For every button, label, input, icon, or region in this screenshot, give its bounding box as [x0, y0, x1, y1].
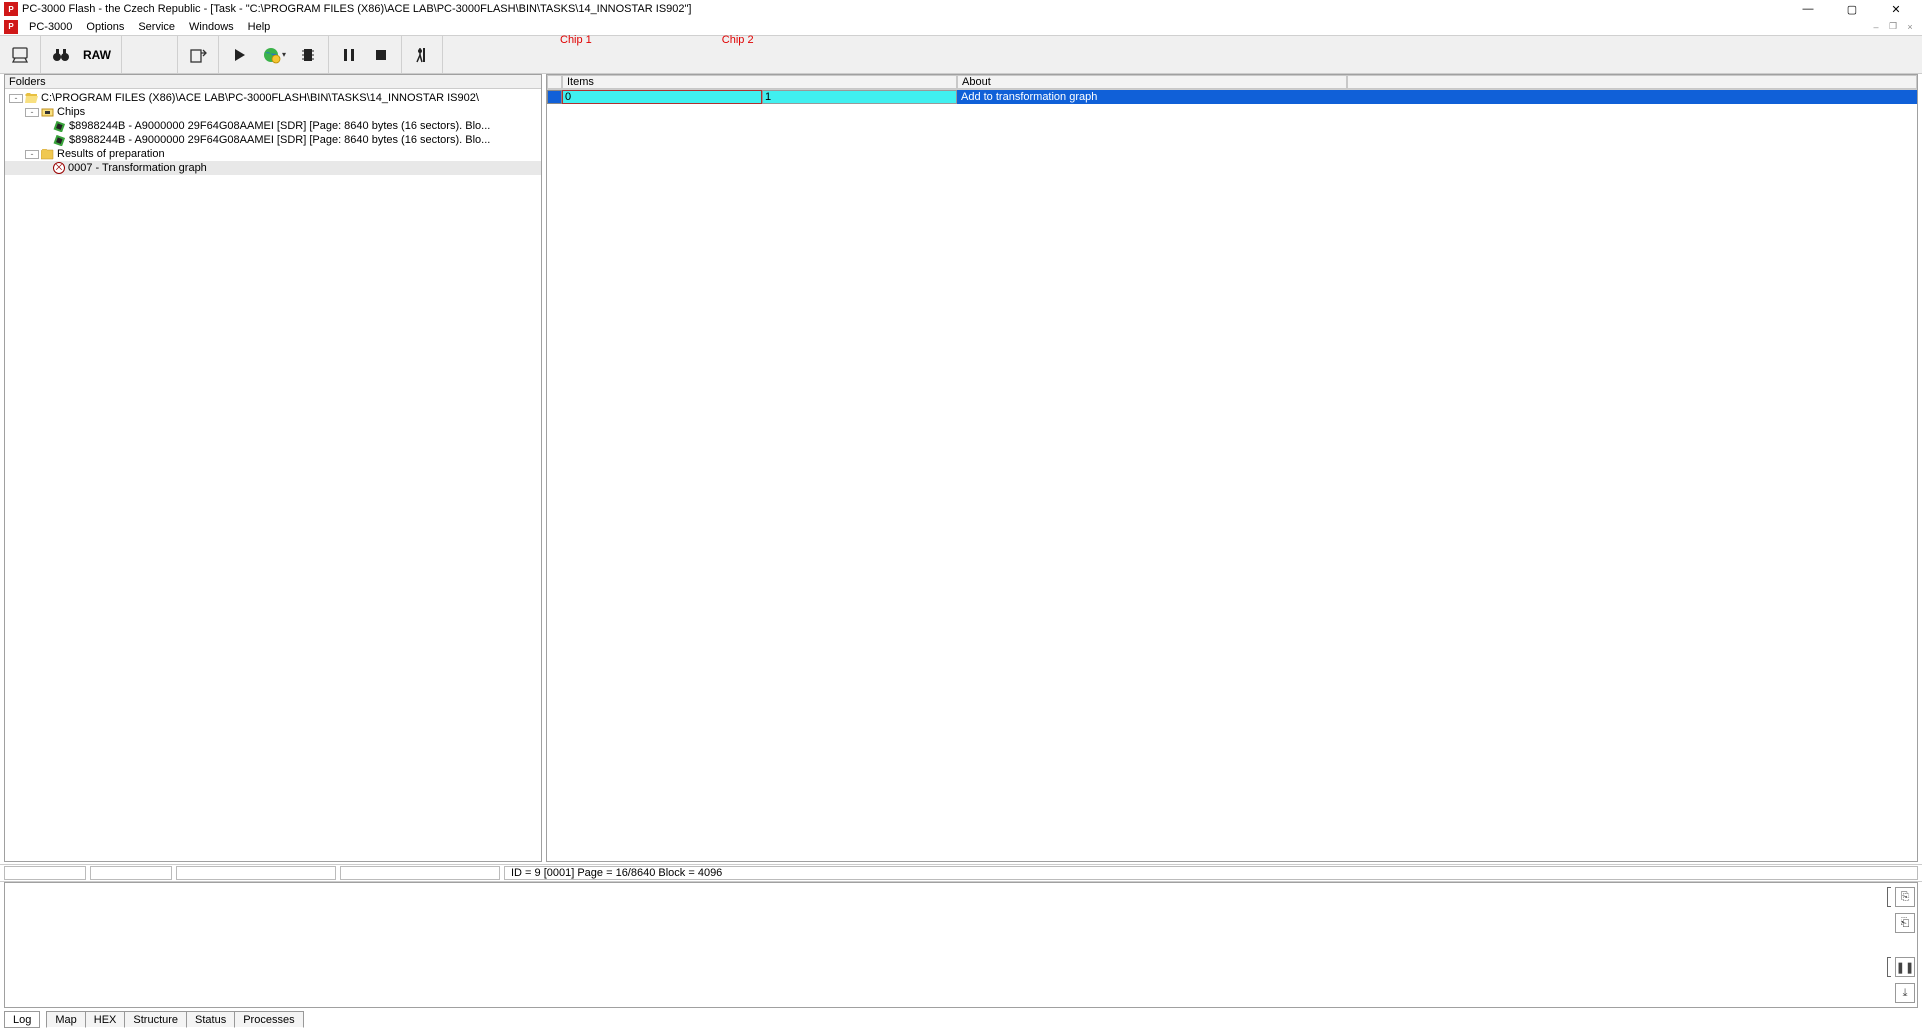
tree-result-item-label: 0007 - Transformation graph	[68, 162, 207, 174]
exit-icon-button[interactable]	[408, 41, 436, 69]
grid-cell-rest[interactable]	[1347, 90, 1917, 104]
bottom-tabs: Log Map HEX Structure Status Processes	[0, 1008, 1922, 1028]
menu-windows[interactable]: Windows	[182, 21, 241, 33]
tree-root-label: C:\PROGRAM FILES (X86)\ACE LAB\PC-3000FL…	[41, 92, 479, 104]
tree-root-row[interactable]: - C:\PROGRAM FILES (X86)\ACE LAB\PC-3000…	[5, 91, 541, 105]
grid-header-rest[interactable]	[1347, 75, 1917, 89]
tab-processes[interactable]: Processes	[234, 1011, 303, 1028]
mdi-restore-button[interactable]: ❐	[1885, 20, 1901, 34]
chip-item-icon	[53, 135, 66, 146]
graph-node-icon: ⨉	[53, 162, 65, 174]
status-text-box: ID = 9 [0001] Page = 16/8640 Block = 409…	[504, 866, 1918, 880]
chip2-annotation: Chip 2	[722, 34, 754, 46]
copy-icon-button[interactable]: ⎘	[1895, 887, 1915, 907]
grid-header-items[interactable]: Items	[562, 75, 957, 89]
tab-hex[interactable]: HEX	[85, 1011, 126, 1028]
status-box-2	[90, 866, 172, 880]
folders-header: Folders	[5, 75, 541, 89]
window-title: PC-3000 Flash - the Czech Republic - [Ta…	[22, 3, 1786, 15]
tree-chip-row[interactable]: $8988244B - A9000000 29F64G08AAMEI [SDR]…	[5, 133, 541, 147]
chevron-down-icon: ▾	[282, 50, 286, 59]
app-icon: P	[4, 2, 18, 16]
maximize-button[interactable]: ▢	[1830, 0, 1874, 18]
grid-cell-about[interactable]: Add to transformation graph	[957, 90, 1347, 104]
folder-icon	[41, 149, 54, 160]
window-controls: — ▢ ✕	[1786, 0, 1918, 18]
tree-chip-row[interactable]: $8988244B - A9000000 29F64G08AAMEI [SDR]…	[5, 119, 541, 133]
tree-results-label: Results of preparation	[57, 148, 165, 160]
paste-icon-button[interactable]: ⎗	[1895, 913, 1915, 933]
folder-open-icon	[25, 93, 38, 104]
pause-icon-button[interactable]	[335, 41, 363, 69]
chip-annotations: Chip 1 Chip 2	[560, 34, 754, 46]
mdi-minimize-button[interactable]: –	[1868, 20, 1884, 34]
export-icon-button[interactable]	[184, 41, 212, 69]
menu-options[interactable]: Options	[79, 21, 131, 33]
log-panel[interactable]: ⎘ ⎗ ❚❚ ⤓	[4, 882, 1918, 1008]
items-panel: Items About 0 1 Add to transformation gr…	[546, 74, 1918, 862]
grid-item-0[interactable]: 0	[562, 90, 762, 104]
tab-structure[interactable]: Structure	[124, 1011, 187, 1028]
chips-folder-icon	[41, 107, 54, 118]
globe-icon-button[interactable]: ▾	[257, 41, 290, 69]
reader-icon-button[interactable]	[6, 41, 34, 69]
menu-service[interactable]: Service	[131, 21, 182, 33]
grid-header: Items About	[547, 75, 1917, 90]
raw-button[interactable]: RAW	[79, 41, 115, 69]
grid-row[interactable]: 0 1 Add to transformation graph	[547, 90, 1917, 104]
tree-chips-row[interactable]: - Chips	[5, 105, 541, 119]
tab-status[interactable]: Status	[186, 1011, 235, 1028]
grid-item-1[interactable]: 1	[762, 90, 957, 104]
menu-pc3000[interactable]: PC-3000	[22, 21, 79, 33]
tree-collapse-icon[interactable]: -	[25, 108, 39, 117]
tab-map[interactable]: Map	[46, 1011, 85, 1028]
workspace: Folders - C:\PROGRAM FILES (X86)\ACE LAB…	[0, 74, 1922, 864]
close-button[interactable]: ✕	[1874, 0, 1918, 18]
minimize-button[interactable]: —	[1786, 0, 1830, 18]
toolbar: RAW ▾ Chip 1 Chip 2	[0, 36, 1922, 74]
tree-chip-label: $8988244B - A9000000 29F64G08AAMEI [SDR]…	[69, 120, 490, 132]
grid-body[interactable]: 0 1 Add to transformation graph	[547, 90, 1917, 861]
status-box-4	[340, 866, 500, 880]
tab-log[interactable]: Log	[4, 1011, 40, 1028]
tree-collapse-icon[interactable]: -	[25, 150, 39, 159]
task-icon: P	[4, 20, 18, 34]
status-box-3	[176, 866, 336, 880]
pause-log-icon-button[interactable]: ❚❚	[1895, 957, 1915, 977]
folders-tree[interactable]: - C:\PROGRAM FILES (X86)\ACE LAB\PC-3000…	[5, 89, 541, 861]
save-log-icon-button[interactable]: ⤓	[1895, 983, 1915, 1003]
status-text: ID = 9 [0001] Page = 16/8640 Block = 409…	[511, 867, 722, 879]
tree-chip-label: $8988244B - A9000000 29F64G08AAMEI [SDR]…	[69, 134, 490, 146]
mdi-close-button[interactable]: ×	[1902, 20, 1918, 34]
tree-chips-label: Chips	[57, 106, 85, 118]
status-strip: ID = 9 [0001] Page = 16/8640 Block = 409…	[0, 864, 1922, 882]
grid-row-marker[interactable]	[547, 90, 562, 104]
window-titlebar: P PC-3000 Flash - the Czech Republic - […	[0, 0, 1922, 18]
grid-cell-items[interactable]: 0 1	[562, 90, 957, 104]
stop-icon-button[interactable]	[367, 41, 395, 69]
grid-header-marker[interactable]	[547, 75, 562, 89]
chip-item-icon	[53, 121, 66, 132]
tree-results-row[interactable]: - Results of preparation	[5, 147, 541, 161]
play-icon-button[interactable]	[225, 41, 253, 69]
binoculars-icon-button[interactable]	[47, 41, 75, 69]
tree-result-item-row[interactable]: ⨉ 0007 - Transformation graph	[5, 161, 541, 175]
chip-icon-button[interactable]	[294, 41, 322, 69]
folders-panel: Folders - C:\PROGRAM FILES (X86)\ACE LAB…	[4, 74, 542, 862]
grid-header-about[interactable]: About	[957, 75, 1347, 89]
log-side-controls: ⎘ ⎗ ❚❚ ⤓	[1895, 887, 1915, 1003]
menubar: P PC-3000 Options Service Windows Help –…	[0, 18, 1922, 36]
tree-collapse-icon[interactable]: -	[9, 94, 23, 103]
status-box-1	[4, 866, 86, 880]
menu-help[interactable]: Help	[241, 21, 278, 33]
chip1-annotation: Chip 1	[560, 34, 592, 46]
